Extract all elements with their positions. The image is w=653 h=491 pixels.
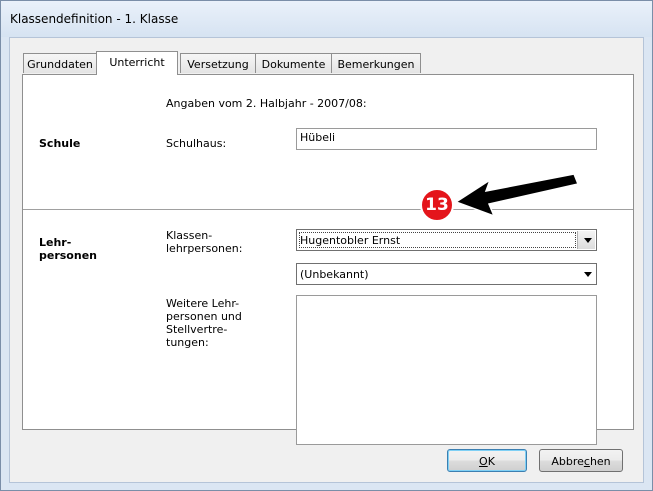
tab-dokumente[interactable]: Dokumente [255,53,332,73]
klassenlehrperson-1-select[interactable]: Hugentobler Ernst [296,229,597,251]
tab-label: Bemerkungen [337,58,415,71]
cancel-label-suffix: hen [589,455,611,468]
cancel-button[interactable]: Abbrechen [539,449,623,472]
section-label-schule: Schule [39,137,81,150]
schulhaus-label: Schulhaus: [166,137,227,150]
info-text: Angaben vom 2. Halbjahr - 2007/08: [166,97,367,110]
ok-label-suffix: K [487,455,495,468]
window-title: Klassendefinition - 1. Klasse [10,12,179,26]
schulhaus-field[interactable]: Hübeli [296,128,597,150]
weitere-label-line2: personen und [166,310,242,323]
weitere-lehrpersonen-list[interactable] [296,295,597,445]
cancel-label-prefix: Abbre [551,455,584,468]
ok-button[interactable]: OK [447,449,527,472]
dialog-client-area: Grunddaten Unterricht Versetzung Dokumen… [9,37,644,483]
title-bar[interactable]: Klassendefinition - 1. Klasse [1,1,652,37]
tab-label: Dokumente [261,58,326,71]
tab-versetzung[interactable]: Versetzung [180,53,256,73]
schulhaus-value: Hübeli [300,131,336,144]
tab-label: Unterricht [109,56,165,69]
ok-label-accel: O [479,455,488,468]
weitere-label-line4: tungen: [166,336,209,349]
tab-label: Grunddaten [27,58,93,71]
annotation-arrow-icon [456,173,580,218]
tab-panel-unterricht: Angaben vom 2. Halbjahr - 2007/08: Schul… [22,74,634,445]
annotation-badge-number: 13 [425,195,449,215]
tab-unterricht[interactable]: Unterricht [96,51,178,75]
dialog-window: Klassendefinition - 1. Klasse Grunddaten… [0,0,653,491]
chevron-down-icon [584,272,592,277]
tab-bemerkungen[interactable]: Bemerkungen [331,53,421,73]
tab-grunddaten[interactable]: Grunddaten [23,53,97,73]
klassenlehrperson-1-value: Hugentobler Ernst [300,234,401,247]
chevron-down-icon [584,238,592,243]
klassenlehrperson-2-value: (Unbekannt) [300,268,369,281]
annotation-badge: 13 [420,188,454,222]
klassen-label-line2: lehrpersonen: [166,242,243,255]
section-label-lehrpersonen-line2: personen [39,249,97,262]
weitere-label-line3: Stellvertre- [166,323,228,336]
klassen-label-line1: Klassen- [166,229,213,242]
tab-label: Versetzung [187,58,249,71]
klassenlehrperson-2-select[interactable]: (Unbekannt) [296,263,597,285]
section-label-lehrpersonen-line1: Lehr- [39,236,72,249]
weitere-label-line1: Weitere Lehr- [166,297,240,310]
